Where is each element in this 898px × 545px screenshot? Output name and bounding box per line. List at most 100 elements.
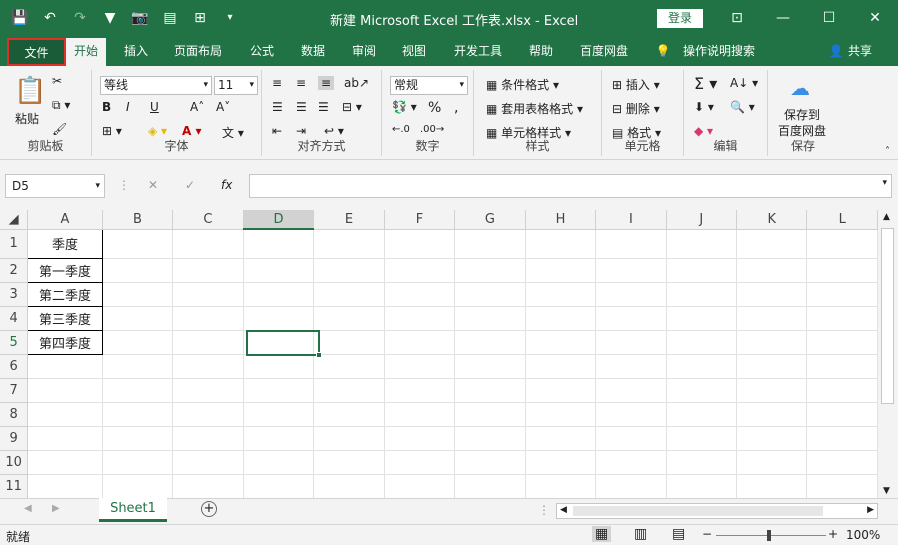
cell[interactable]	[454, 229, 526, 259]
column-header[interactable]: F	[384, 210, 456, 230]
tab-developer[interactable]: 开发工具	[451, 38, 505, 66]
cell[interactable]	[102, 282, 174, 307]
cell-a4[interactable]: 第三季度	[27, 305, 103, 331]
cell[interactable]	[806, 258, 878, 283]
cell[interactable]	[172, 450, 244, 475]
cell[interactable]	[172, 354, 244, 379]
cell-a5[interactable]: 第四季度	[27, 329, 103, 355]
row-header[interactable]: 4	[0, 306, 29, 331]
row-header[interactable]: 10	[0, 450, 29, 475]
cell[interactable]	[806, 402, 878, 427]
cell[interactable]	[243, 306, 315, 331]
insert-function-icon[interactable]: fx	[221, 178, 232, 192]
row-header[interactable]: 9	[0, 426, 29, 451]
cell[interactable]	[172, 258, 244, 283]
cell[interactable]	[806, 474, 878, 498]
cut-icon[interactable]: ✂	[52, 74, 62, 88]
cell[interactable]	[525, 402, 597, 427]
row-header[interactable]: 5	[0, 330, 29, 355]
column-header[interactable]: I	[595, 210, 667, 230]
column-header[interactable]: G	[454, 210, 526, 230]
cell[interactable]	[102, 330, 174, 355]
column-header[interactable]: C	[172, 210, 244, 230]
cell[interactable]	[806, 378, 878, 403]
camera-icon[interactable]: 📷	[130, 8, 150, 28]
paste-icon[interactable]: 📋	[14, 76, 46, 106]
normal-view-icon[interactable]: ▦	[592, 526, 612, 542]
border-icon[interactable]: ⊞ ▾	[102, 124, 122, 138]
cell[interactable]	[27, 450, 103, 475]
cell[interactable]	[525, 282, 597, 307]
decrease-indent-icon[interactable]: ⇤	[272, 124, 282, 138]
scroll-right-icon[interactable]: ▶	[867, 505, 874, 515]
cell[interactable]	[313, 306, 385, 331]
login-button[interactable]: 登录	[657, 9, 703, 28]
tab-baidu[interactable]: 百度网盘	[577, 38, 631, 66]
next-sheet-icon[interactable]: ▶	[52, 503, 60, 514]
hscroll-thumb[interactable]	[573, 506, 823, 516]
cell[interactable]	[384, 282, 456, 307]
cell[interactable]	[595, 378, 667, 403]
cell[interactable]	[454, 450, 526, 475]
cell[interactable]	[736, 330, 808, 355]
decrease-font-icon[interactable]: A˅	[216, 100, 230, 114]
row-header[interactable]: 2	[0, 258, 29, 283]
cell[interactable]	[666, 426, 737, 451]
cell[interactable]	[172, 426, 244, 451]
horizontal-scrollbar[interactable]: ◀ ▶	[556, 503, 878, 519]
collapse-ribbon-icon[interactable]: ˄	[885, 146, 890, 157]
cell[interactable]	[243, 258, 315, 283]
cell[interactable]	[384, 330, 456, 355]
autosum-icon[interactable]: Σ ▾	[694, 74, 717, 93]
cell[interactable]	[313, 330, 385, 355]
cell[interactable]	[27, 354, 103, 379]
cell[interactable]	[595, 229, 667, 259]
percent-button[interactable]: %	[428, 100, 441, 116]
cell-d5[interactable]	[243, 330, 315, 355]
paste-button[interactable]: 粘贴	[15, 110, 39, 127]
cell[interactable]	[806, 354, 878, 379]
cell[interactable]	[102, 378, 174, 403]
cell[interactable]	[384, 426, 456, 451]
cell[interactable]	[313, 378, 385, 403]
cell[interactable]	[806, 450, 878, 475]
bold-button[interactable]: B	[102, 100, 111, 114]
cell[interactable]	[313, 229, 385, 259]
close-icon[interactable]: ✕	[852, 0, 898, 38]
align-center-icon[interactable]: ☰	[296, 100, 307, 114]
cell[interactable]	[595, 306, 667, 331]
row-header[interactable]: 1	[0, 229, 29, 259]
cell[interactable]	[102, 258, 174, 283]
cell[interactable]	[666, 282, 737, 307]
cell[interactable]	[384, 354, 456, 379]
cell[interactable]	[736, 450, 808, 475]
save-to-baidu-line1[interactable]: 保存到	[784, 106, 820, 123]
clear-icon[interactable]: ◆ ▾	[694, 124, 713, 138]
undo-icon[interactable]: ↶	[40, 8, 60, 28]
cell[interactable]	[243, 450, 315, 475]
tab-page-layout[interactable]: 页面布局	[172, 38, 224, 66]
zoom-out-icon[interactable]: −	[702, 527, 712, 541]
column-header[interactable]: L	[806, 210, 878, 230]
scroll-left-icon[interactable]: ◀	[560, 505, 567, 515]
cell-a1[interactable]: 季度	[27, 228, 103, 259]
cell[interactable]	[806, 229, 878, 259]
column-header[interactable]: A	[27, 210, 103, 230]
increase-decimal-icon[interactable]: ←.0	[392, 124, 410, 135]
cell[interactable]	[595, 402, 667, 427]
scroll-up-icon[interactable]: ▲	[883, 212, 890, 222]
cell[interactable]	[243, 474, 315, 498]
formula-input[interactable]: ▾	[249, 174, 892, 198]
form-icon[interactable]: ▤	[160, 8, 180, 28]
wrap-text-icon[interactable]: ↩ ▾	[324, 124, 344, 138]
tab-insert[interactable]: 插入	[121, 38, 151, 66]
conditional-format-button[interactable]: ▦ 条件格式 ▾	[486, 76, 559, 93]
font-name-combo[interactable]: 等线 ▾	[100, 76, 212, 95]
cell[interactable]	[102, 402, 174, 427]
vertical-scrollbar[interactable]: ▲ ▼	[878, 210, 898, 498]
cell[interactable]	[172, 474, 244, 498]
cell[interactable]	[384, 258, 456, 283]
tab-split-icon[interactable]: ⋮	[538, 503, 550, 517]
sheet-tab-sheet1[interactable]: Sheet1	[99, 498, 167, 522]
increase-font-icon[interactable]: A˄	[190, 100, 204, 114]
